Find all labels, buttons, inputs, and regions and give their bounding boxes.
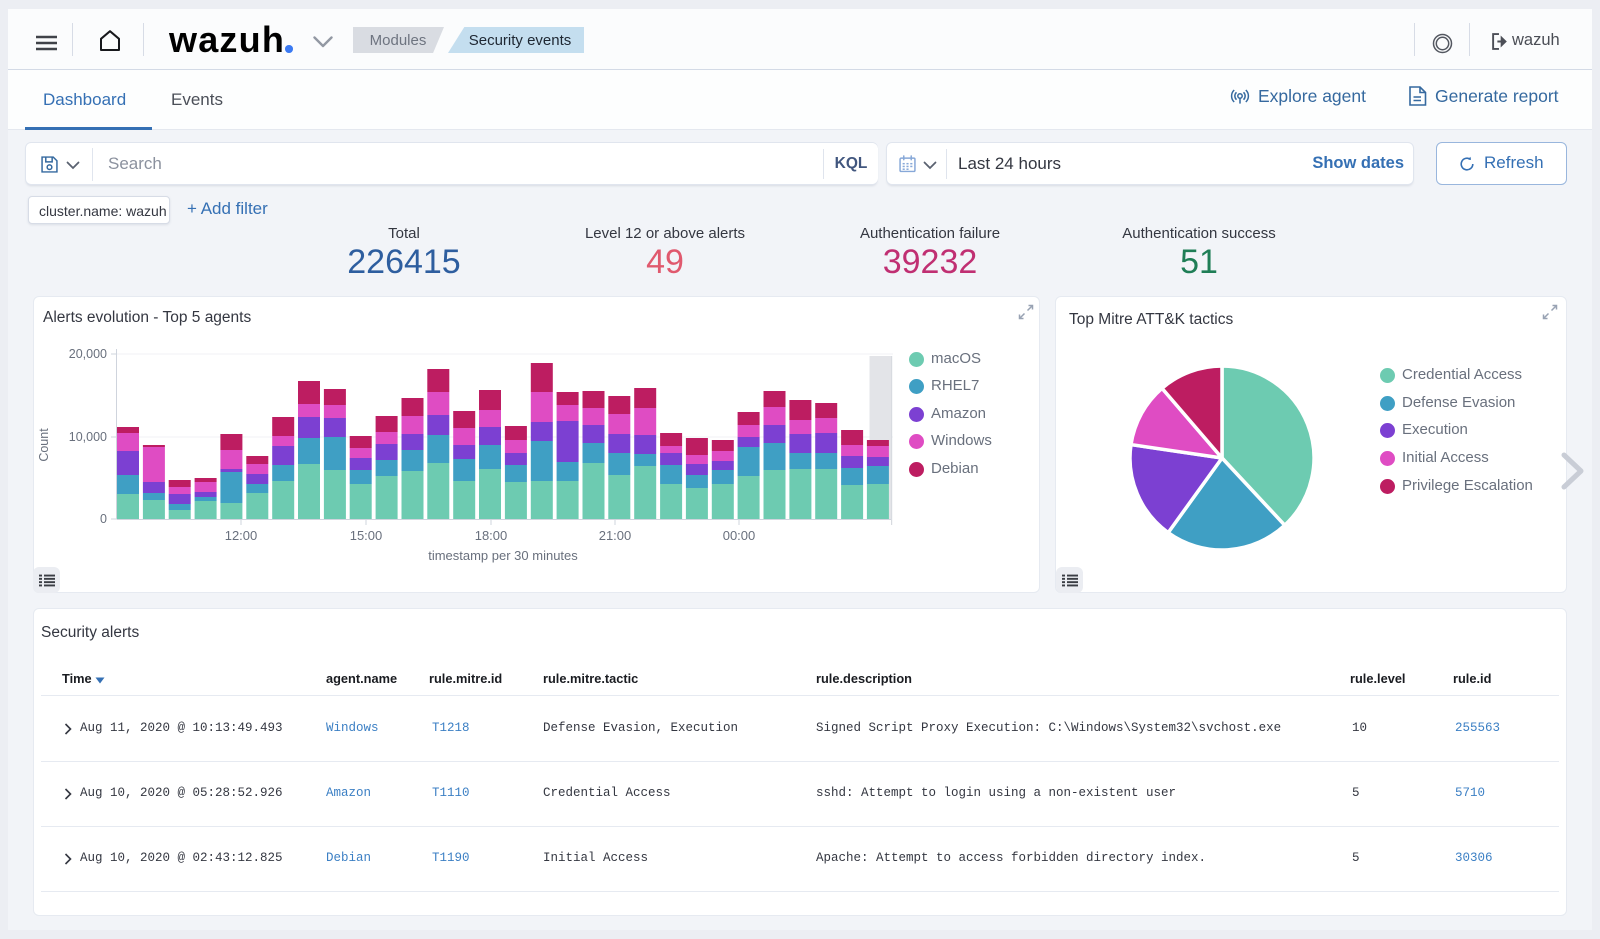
svg-text:0: 0	[100, 512, 107, 526]
svg-text:20,000: 20,000	[69, 347, 107, 361]
svg-text:15:00: 15:00	[350, 528, 383, 543]
svg-text:12:00: 12:00	[225, 528, 258, 543]
svg-text:00:00: 00:00	[723, 528, 756, 543]
svg-text:Count: Count	[37, 428, 51, 462]
svg-text:18:00: 18:00	[475, 528, 508, 543]
svg-text:21:00: 21:00	[599, 528, 632, 543]
svg-text:timestamp per 30 minutes: timestamp per 30 minutes	[428, 548, 578, 563]
svg-text:10,000: 10,000	[69, 430, 107, 444]
